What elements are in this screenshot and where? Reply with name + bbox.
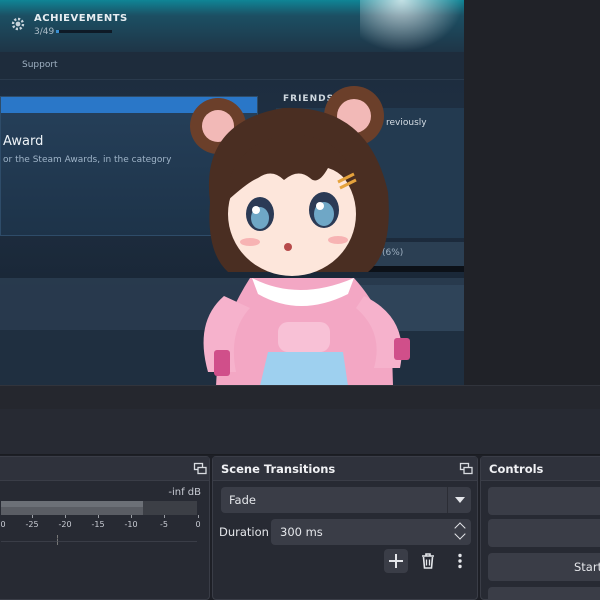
duration-stepper[interactable]: [451, 519, 471, 545]
preview-side-area: [464, 0, 600, 392]
transition-properties-button[interactable]: [448, 549, 472, 573]
volume-level-label: -inf dB: [168, 487, 201, 498]
support-link: Support: [22, 60, 58, 70]
volume-meter-fill-lower: [1, 507, 143, 515]
scene-transitions-header: Scene Transitions: [213, 457, 477, 481]
meter-tick-label: -20: [58, 520, 72, 529]
gear-icon: [11, 17, 25, 31]
duration-value: 300 ms: [280, 525, 323, 539]
start-recording-button[interactable]: [488, 519, 600, 547]
meter-tick-label: -30: [0, 520, 6, 529]
trash-icon: [422, 553, 434, 569]
meter-tick: [65, 515, 66, 518]
award-description: or the Steam Awards, in the category: [3, 155, 172, 165]
start-streaming-button[interactable]: [488, 487, 600, 515]
controls-header: Controls: [481, 457, 600, 481]
achievements-header: ACHIEVEMENTS 3/49: [0, 0, 464, 52]
start-button-label: Start: [574, 560, 600, 574]
preview-canvas[interactable]: ACHIEVEMENTS 3/49 Support Award or the S…: [0, 0, 464, 385]
controls-title: Controls: [489, 462, 544, 476]
volume-meter: [1, 501, 197, 515]
volume-meter-headroom: [143, 501, 197, 515]
scene-transitions-title: Scene Transitions: [221, 462, 336, 476]
award-title: Award: [3, 134, 44, 149]
meter-tick-label: -15: [91, 520, 105, 529]
meter-tick-label: 0: [195, 520, 201, 529]
mixer-divider: [1, 541, 197, 542]
steam-nav: Support: [0, 52, 464, 80]
transition-select[interactable]: Fade: [221, 487, 471, 513]
scene-toolbar-area: [0, 409, 600, 455]
meter-tick: [198, 515, 199, 518]
plus-icon: [389, 554, 403, 568]
more-vertical-icon: [458, 553, 462, 569]
meter-tick-label: -25: [25, 520, 39, 529]
meter-scale: -30 -25 -20 -15 -10 -5 0: [0, 515, 205, 539]
controls-dock: Controls Start: [480, 456, 600, 600]
achievements-progress-fill: [56, 30, 60, 33]
achievements-count: 3/49: [34, 27, 55, 37]
volume-fader-handle[interactable]: [57, 535, 58, 545]
obs-window: ACHIEVEMENTS 3/49 Support Award or the S…: [0, 0, 600, 600]
transition-select-value: Fade: [229, 493, 256, 507]
duration-label: Duration: [219, 525, 269, 539]
undock-icon[interactable]: [459, 462, 473, 476]
undock-icon[interactable]: [193, 462, 207, 476]
meter-tick-label: -10: [124, 520, 138, 529]
add-transition-button[interactable]: [384, 549, 408, 573]
vtuber-avatar: [190, 86, 410, 385]
meter-tick-label: -5: [160, 520, 168, 529]
audio-mixer-dock: -inf dB -30 -25 -20 -15 -10 -5 0: [0, 456, 210, 600]
studio-mode-button[interactable]: [488, 587, 600, 600]
meter-tick: [98, 515, 99, 518]
scene-transitions-dock: Scene Transitions Fade Duration 300 ms: [212, 456, 478, 600]
meter-tick: [131, 515, 132, 518]
achievements-title: ACHIEVEMENTS: [34, 13, 128, 24]
duration-spinbox[interactable]: 300 ms: [271, 519, 471, 545]
remove-transition-button[interactable]: [416, 549, 440, 573]
chevron-down-icon[interactable]: [447, 487, 471, 513]
start-virtual-camera-button[interactable]: Start: [488, 553, 600, 581]
audio-mixer-header: [0, 457, 209, 481]
achievements-progress: [56, 30, 112, 33]
meter-tick: [32, 515, 33, 518]
meter-tick: [164, 515, 165, 518]
status-separator: [0, 385, 600, 409]
